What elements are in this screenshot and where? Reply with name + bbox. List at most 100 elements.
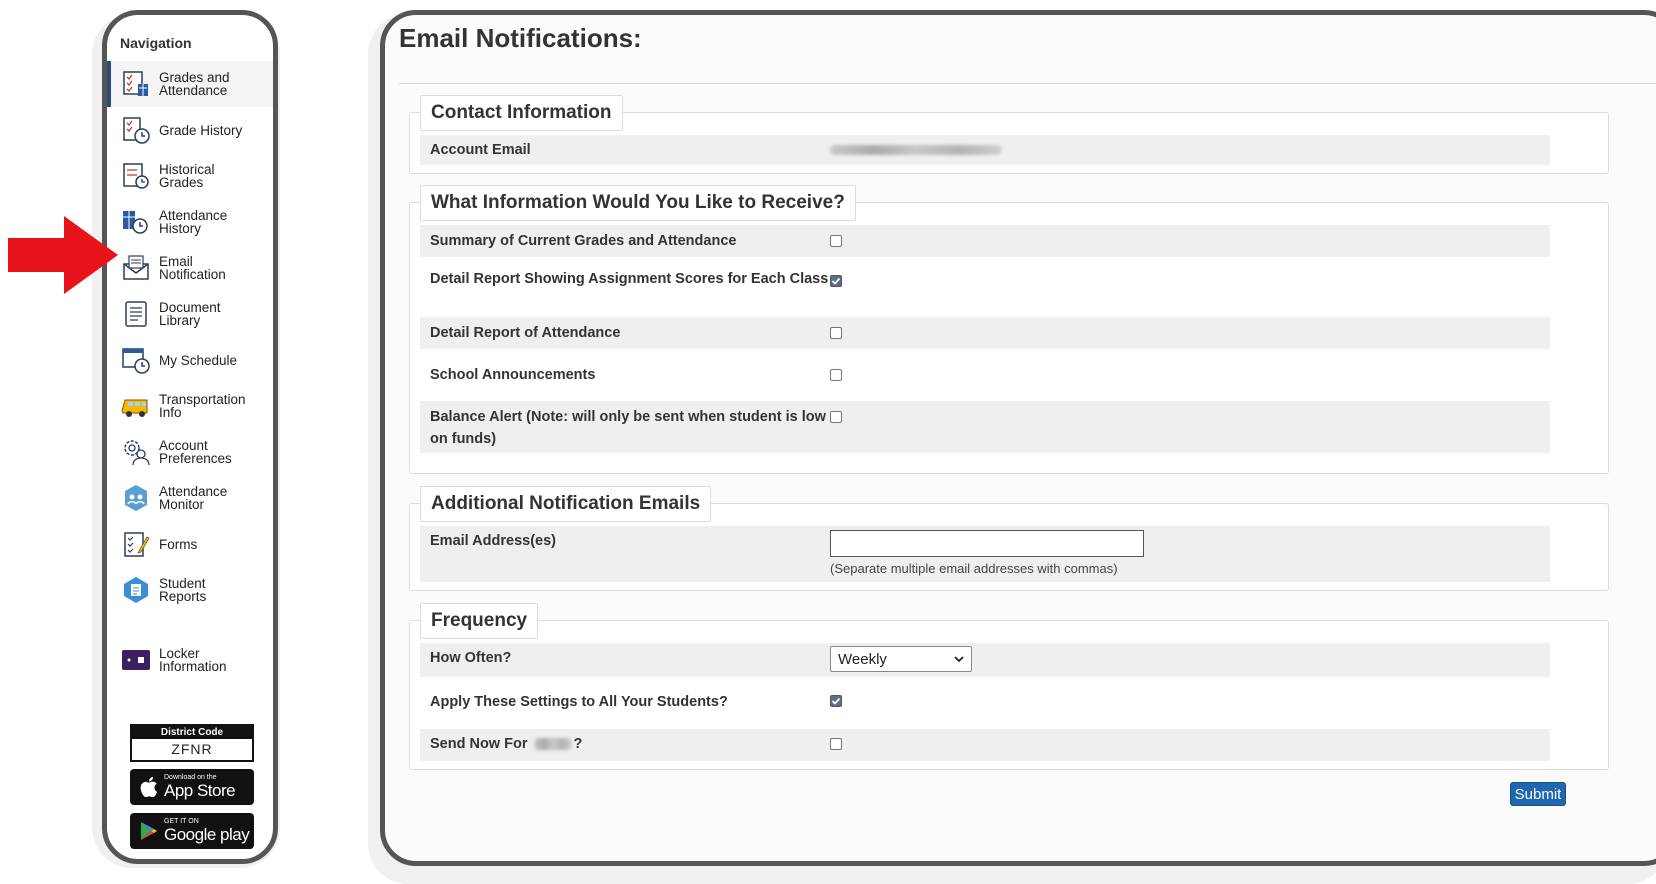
app-store-button[interactable]: Download on the App Store — [130, 769, 254, 805]
how-often-label: How Often? — [430, 650, 512, 666]
attendance-history-icon — [123, 211, 148, 234]
apply-all-label: Apply These Settings to All Your Student… — [430, 694, 728, 710]
email-address-row: Email Address(es) (Separate multiple ema… — [420, 526, 1550, 582]
balance-alert-checkbox[interactable] — [830, 411, 842, 423]
option-label: Balance Alert (Note: will only be sent w… — [430, 409, 826, 447]
chevron-down-icon — [954, 656, 964, 663]
nav-label-line-2: Attendance — [159, 83, 228, 98]
nav-item-historical-grades[interactable]: Historical Grades — [107, 153, 273, 199]
nav-item-document-library[interactable]: Document Library — [107, 291, 273, 337]
account-email-value-redacted — [830, 145, 1002, 155]
main-panel: Email Notifications: Contact Information… — [380, 10, 1656, 866]
nav-item-my-schedule[interactable]: My Schedule — [107, 337, 273, 383]
receive-information-section: What Information Would You Like to Recei… — [409, 185, 1609, 474]
account-email-label: Account Email — [430, 142, 531, 158]
send-now-prefix: Send Now For — [430, 736, 528, 752]
nav-item-email-notification[interactable]: Email Notification — [107, 245, 273, 291]
option-row: Summary of Current Grades and Attendance — [420, 225, 1550, 257]
checkmark-icon — [831, 697, 841, 705]
apply-all-checkbox[interactable] — [830, 695, 842, 707]
apple-icon — [140, 777, 158, 797]
red-arrow-annotation — [8, 216, 118, 294]
navigation-list: Grades and Attendance Grade History Hist… — [107, 61, 273, 683]
title-divider — [399, 83, 1656, 84]
option-row: Detail Report Showing Assignment Scores … — [420, 263, 1550, 315]
nav-label-line-2: Grades — [159, 175, 204, 190]
option-row: Detail Report of Attendance — [420, 317, 1550, 349]
attendance-monitor-icon — [125, 485, 147, 511]
locker-icon — [122, 650, 150, 670]
nav-item-grade-history[interactable]: Grade History — [107, 107, 273, 153]
google-play-text: Google play — [164, 825, 250, 844]
email-address-input[interactable] — [830, 530, 1144, 557]
summary-grades-checkbox[interactable] — [830, 235, 842, 247]
schedule-icon — [122, 348, 150, 374]
nav-item-attendance-history[interactable]: Attendance History — [107, 199, 273, 245]
frequency-section: Frequency How Often? Weekly Apply These … — [409, 603, 1609, 770]
google-play-icon — [141, 822, 157, 840]
detail-attendance-checkbox[interactable] — [830, 327, 842, 339]
additional-emails-legend: Additional Notification Emails — [420, 486, 712, 522]
grade-history-icon — [123, 117, 150, 144]
detail-assignment-checkbox[interactable] — [830, 275, 842, 287]
nav-item-account-preferences[interactable]: Account Preferences — [107, 429, 273, 475]
app-store-text: App Store — [164, 781, 236, 800]
contact-information-legend: Contact Information — [420, 95, 623, 131]
district-code-value: ZFNR — [171, 741, 213, 757]
apply-all-row: Apply These Settings to All Your Student… — [420, 687, 1550, 719]
navigation-panel: Navigation Grades and Attendance Grade H… — [102, 10, 278, 864]
account-email-row: Account Email — [420, 135, 1550, 165]
document-icon — [125, 301, 147, 327]
nav-label-line-2: Notification — [159, 267, 226, 282]
checkmark-icon — [831, 277, 841, 285]
forms-icon — [124, 532, 150, 557]
nav-item-forms[interactable]: Forms — [107, 521, 273, 567]
send-now-row: Send Now For ? — [420, 729, 1550, 761]
navigation-title: Navigation — [120, 35, 192, 51]
nav-label-line-1: My Schedule — [159, 352, 238, 368]
nav-label-line-2: Reports — [159, 589, 207, 604]
account-preferences-icon — [124, 440, 150, 466]
nav-label-line-2: Monitor — [159, 497, 205, 512]
send-now-suffix: ? — [573, 736, 583, 752]
send-now-label: Send Now For ? — [430, 733, 830, 755]
nav-label-line-2: History — [159, 221, 202, 236]
frequency-legend: Frequency — [420, 603, 539, 639]
nav-label-line-1: Forms — [159, 536, 198, 552]
school-bus-icon — [121, 399, 148, 417]
nav-label-line-2: Library — [159, 313, 201, 328]
contact-information-section: Contact Information Account Email — [409, 95, 1609, 174]
option-label: School Announcements — [430, 367, 596, 383]
school-announcements-checkbox[interactable] — [830, 369, 842, 381]
option-row: School Announcements — [420, 359, 1550, 391]
nav-item-transportation-info[interactable]: Transportation Info — [107, 383, 273, 429]
how-often-row: How Often? Weekly — [420, 643, 1550, 677]
nav-item-student-reports[interactable]: Student Reports — [107, 567, 273, 613]
nav-item-grades-attendance[interactable]: Grades and Attendance — [107, 61, 273, 107]
district-code-box: District Code ZFNR — [130, 724, 254, 762]
additional-emails-section: Additional Notification Emails Email Add… — [409, 486, 1609, 591]
nav-item-locker-information[interactable]: Locker Information — [107, 637, 273, 683]
option-label: Detail Report of Attendance — [430, 325, 621, 341]
send-now-checkbox[interactable] — [830, 738, 842, 750]
nav-label-line-2: Information — [159, 659, 227, 674]
receive-information-legend: What Information Would You Like to Recei… — [420, 185, 856, 221]
nav-label-line-2: Info — [159, 405, 182, 420]
student-name-redacted — [533, 738, 572, 751]
district-code-label: District Code — [132, 726, 252, 739]
nav-label-line-2: Preferences — [159, 451, 232, 466]
submit-button[interactable]: Submit — [1510, 782, 1566, 806]
option-label: Detail Report Showing Assignment Scores … — [430, 271, 829, 287]
how-often-selected-value: Weekly — [838, 650, 887, 668]
email-notification-icon — [123, 255, 149, 280]
student-reports-icon — [124, 577, 148, 603]
how-often-select[interactable]: Weekly — [830, 646, 972, 672]
option-row: Balance Alert (Note: will only be sent w… — [420, 401, 1550, 453]
email-help-text: (Separate multiple email addresses with … — [830, 561, 1118, 576]
nav-item-attendance-monitor[interactable]: Attendance Monitor — [107, 475, 273, 521]
google-play-button[interactable]: GET IT ON Google play — [130, 813, 254, 849]
email-address-label: Email Address(es) — [430, 533, 556, 549]
nav-label-line-1: Grade History — [159, 122, 243, 138]
grades-attendance-icon — [123, 71, 148, 96]
option-label: Summary of Current Grades and Attendance — [430, 233, 737, 249]
